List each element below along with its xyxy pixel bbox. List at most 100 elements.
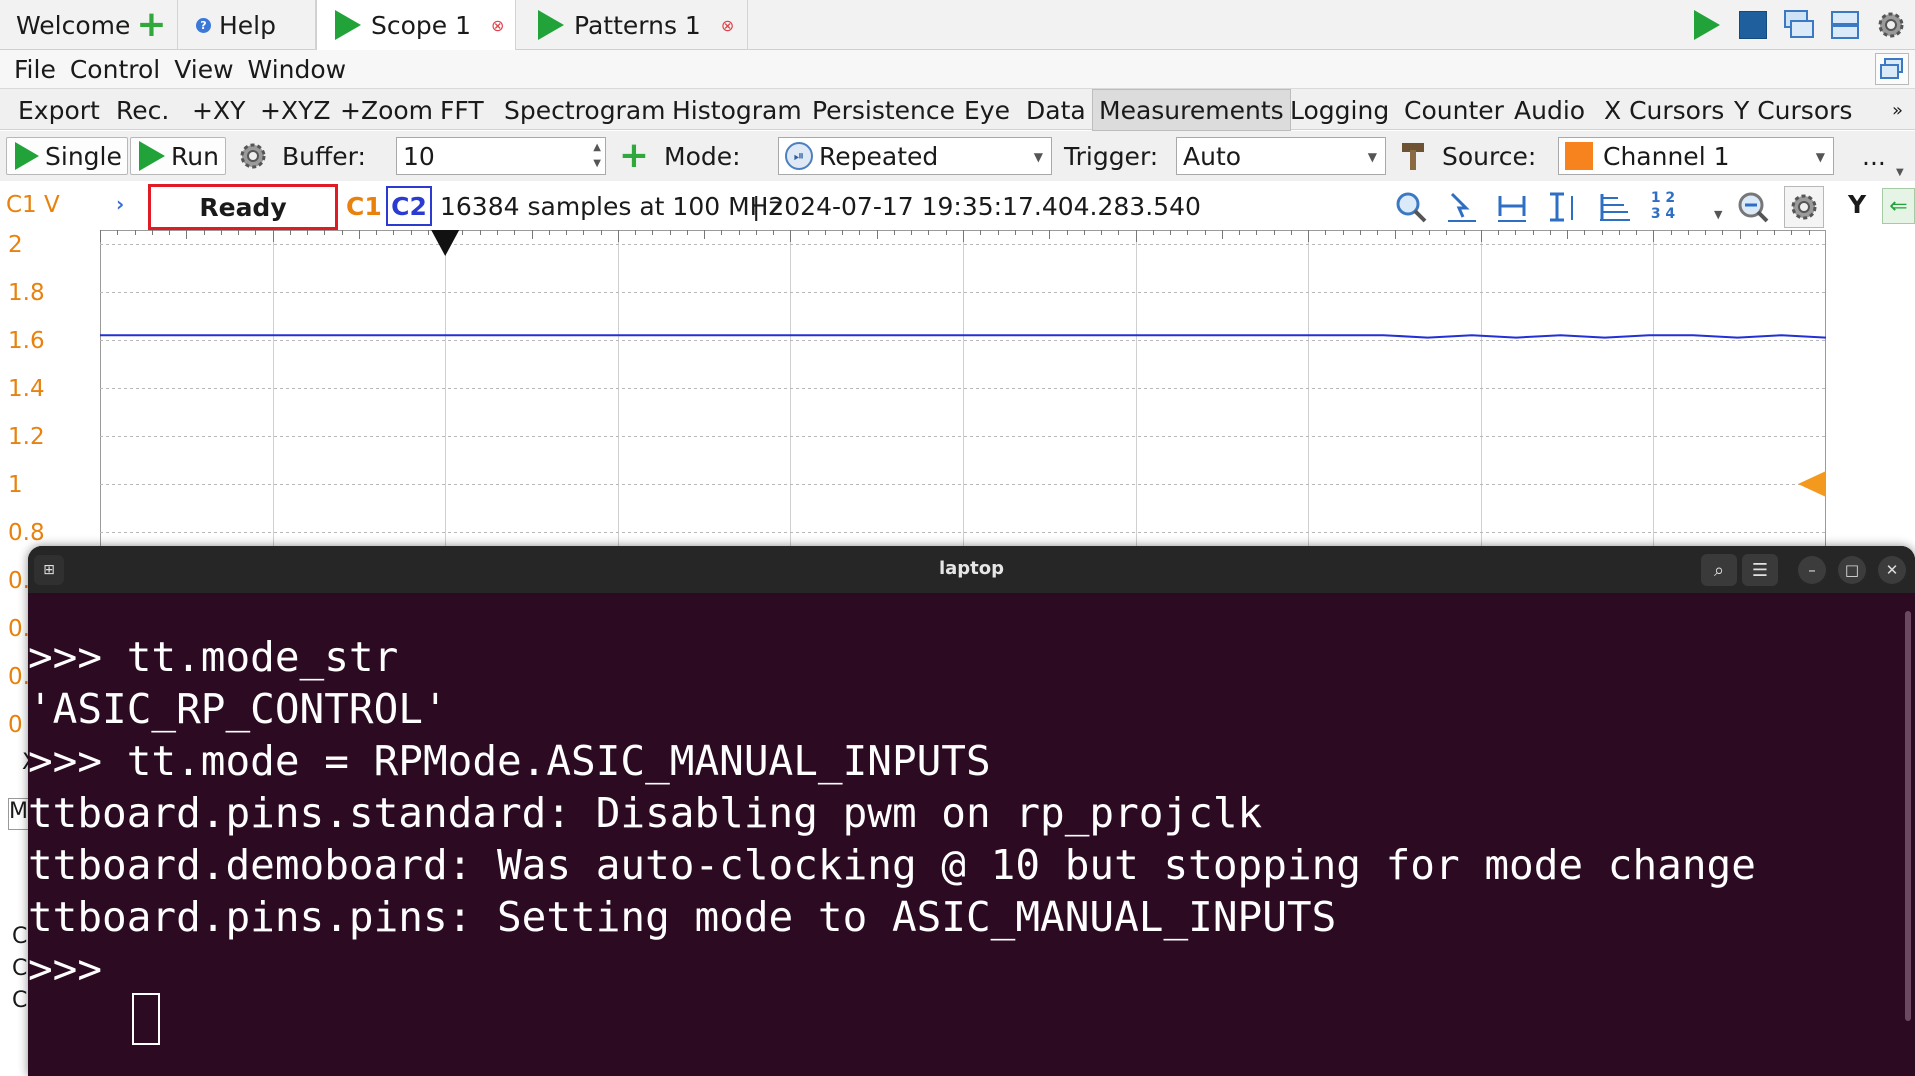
inst-persistence[interactable]: Persistence	[806, 89, 961, 131]
inst-zoom[interactable]: +Zoom	[334, 89, 439, 131]
mode-dropdown[interactable]: ⏯ Repeated ▼	[778, 137, 1052, 175]
cursor-arrow-icon	[1448, 192, 1476, 222]
horizontal-measure-button[interactable]	[1496, 190, 1528, 230]
inst-fft[interactable]: FFT	[434, 89, 490, 131]
hammer-icon	[1402, 143, 1424, 170]
tab-label: Welcome	[16, 10, 131, 40]
terminal-window[interactable]: ⊞ laptop ⌕ ☰ – □ ✕ >>> tt.mode_str 'ASIC…	[28, 546, 1915, 1076]
tab-label: Patterns 1	[574, 10, 701, 40]
add-buffer-button[interactable]: +	[616, 137, 652, 175]
more-button[interactable]: ...	[1862, 137, 1886, 175]
stop-all-button[interactable]	[1734, 6, 1772, 44]
single-button[interactable]: Single	[6, 137, 128, 175]
inst-spectrogram[interactable]: Spectrogram	[498, 89, 672, 131]
trigger-dropdown[interactable]: Auto ▼	[1176, 137, 1386, 175]
minimize-icon[interactable]: –	[1798, 556, 1826, 584]
play-icon	[1694, 10, 1720, 40]
help-icon: ?	[196, 17, 211, 33]
chevron-down-icon: ▼	[1367, 150, 1377, 164]
terminal-line: ttboard.pins.standard: Disabling pwm on …	[28, 789, 1263, 837]
chevron-down-icon[interactable]: ▼	[1714, 208, 1722, 221]
y-tick-label: 0	[8, 712, 23, 738]
inst-xyz[interactable]: +XYZ	[254, 89, 336, 131]
terminal-scrollbar[interactable]	[1905, 611, 1911, 1021]
inst-xy[interactable]: +XY	[186, 89, 251, 131]
levels-button[interactable]	[1598, 190, 1632, 230]
zoom-fit-icon	[1738, 192, 1769, 223]
menu-control[interactable]: Control	[70, 55, 160, 84]
tab-welcome[interactable]: Welcome +	[0, 0, 178, 50]
settings-button[interactable]	[1872, 6, 1910, 44]
mode-label: Mode:	[664, 141, 741, 171]
y-tick-label: 0.	[8, 664, 30, 690]
scope-settings-button[interactable]	[1784, 186, 1824, 228]
chevron-down-icon: ▼	[1815, 150, 1825, 164]
single-label: Single	[45, 141, 122, 171]
inst-eye[interactable]: Eye	[958, 89, 1016, 131]
tab-scope-1[interactable]: Scope 1 ⊗	[316, 0, 516, 50]
inst-audio[interactable]: Audio	[1508, 89, 1591, 131]
terminal-header: ⊞ laptop ⌕ ☰ – □ ✕	[28, 546, 1915, 593]
restore-window-button[interactable]	[1875, 53, 1909, 85]
inst-x-cursors[interactable]: X Cursors	[1598, 89, 1730, 131]
channel-2-toggle[interactable]: C2	[386, 186, 432, 226]
terminal-line: ttboard.pins.pins: Setting mode to ASIC_…	[28, 893, 1337, 941]
source-value: Channel 1	[1603, 141, 1730, 171]
y-axis-button[interactable]: Y	[1848, 190, 1866, 219]
repeat-icon: ⏯	[785, 142, 813, 170]
vertical-measure-button[interactable]	[1546, 190, 1580, 230]
trigger-hammer-button[interactable]	[1398, 137, 1428, 175]
menu-view[interactable]: View	[174, 55, 233, 84]
chevron-down-icon: ▼	[1033, 150, 1043, 164]
hamburger-menu-icon[interactable]: ☰	[1742, 554, 1778, 586]
tab-help[interactable]: ? Help	[178, 0, 316, 50]
left-panel-item: C	[12, 956, 28, 981]
close-icon[interactable]: ✕	[1878, 556, 1906, 584]
instrument-bar: Export Rec. +XY +XYZ +Zoom FFT Spectrogr…	[0, 88, 1915, 131]
arrow-left-icon[interactable]: ⇐	[1882, 188, 1915, 224]
inst-histogram[interactable]: Histogram	[666, 89, 808, 131]
inst-measurements[interactable]: Measurements	[1092, 89, 1291, 131]
y-tick-label: 0.	[8, 568, 30, 594]
inst-record[interactable]: Rec.	[110, 89, 175, 131]
buffer-value: 10	[403, 141, 435, 171]
maximize-icon[interactable]: □	[1838, 556, 1866, 584]
terminal-output[interactable]: >>> tt.mode_str 'ASIC_RP_CONTROL' >>> tt…	[28, 593, 1915, 1076]
inst-export[interactable]: Export	[12, 89, 106, 131]
mode-value: Repeated	[819, 141, 939, 171]
source-dropdown[interactable]: Channel 1 ▼	[1558, 137, 1834, 175]
menu-window[interactable]: Window	[248, 55, 347, 84]
play-icon	[139, 141, 165, 171]
y-tick-label: 1.2	[8, 424, 45, 450]
left-panel-item: C	[12, 924, 28, 949]
inst-logging[interactable]: Logging	[1284, 89, 1395, 131]
inst-y-cursors[interactable]: Y Cursors	[1728, 89, 1858, 131]
close-icon[interactable]: ⊗	[721, 16, 734, 35]
run-all-button[interactable]	[1688, 6, 1726, 44]
tab-patterns-1[interactable]: Patterns 1 ⊗	[520, 0, 748, 50]
inst-counter[interactable]: Counter	[1398, 89, 1510, 131]
run-button[interactable]: Run	[130, 137, 226, 175]
gear-icon	[240, 143, 266, 169]
instrument-overflow-button[interactable]: »	[1886, 89, 1909, 131]
search-icon[interactable]: ⌕	[1701, 554, 1737, 586]
buffer-spinbox[interactable]: 10 ▲ ▼	[396, 137, 606, 175]
terminal-title: laptop	[938, 558, 1005, 579]
select-tool-button[interactable]	[1446, 190, 1478, 230]
chevron-right-icon[interactable]: ›	[116, 192, 124, 216]
inst-data[interactable]: Data	[1020, 89, 1092, 131]
spin-arrows-icon[interactable]: ▲ ▼	[593, 140, 601, 172]
split-view-button[interactable]	[1826, 6, 1864, 44]
y-tick-label: 1.8	[8, 280, 45, 306]
channel-1-toggle[interactable]: C1	[346, 192, 382, 221]
menu-file[interactable]: File	[14, 55, 56, 84]
stop-icon	[1739, 11, 1767, 39]
close-icon[interactable]: ⊗	[491, 16, 504, 35]
zoom-fit-button[interactable]	[1736, 190, 1770, 230]
channel-color-swatch	[1565, 142, 1593, 170]
zoom-button[interactable]	[1394, 190, 1428, 230]
menu-bar: File Control View Window	[0, 50, 1915, 88]
acquisition-settings-button[interactable]	[234, 137, 272, 175]
numbering-button[interactable]: 1 23 4	[1646, 190, 1680, 222]
windows-button[interactable]	[1780, 6, 1818, 44]
